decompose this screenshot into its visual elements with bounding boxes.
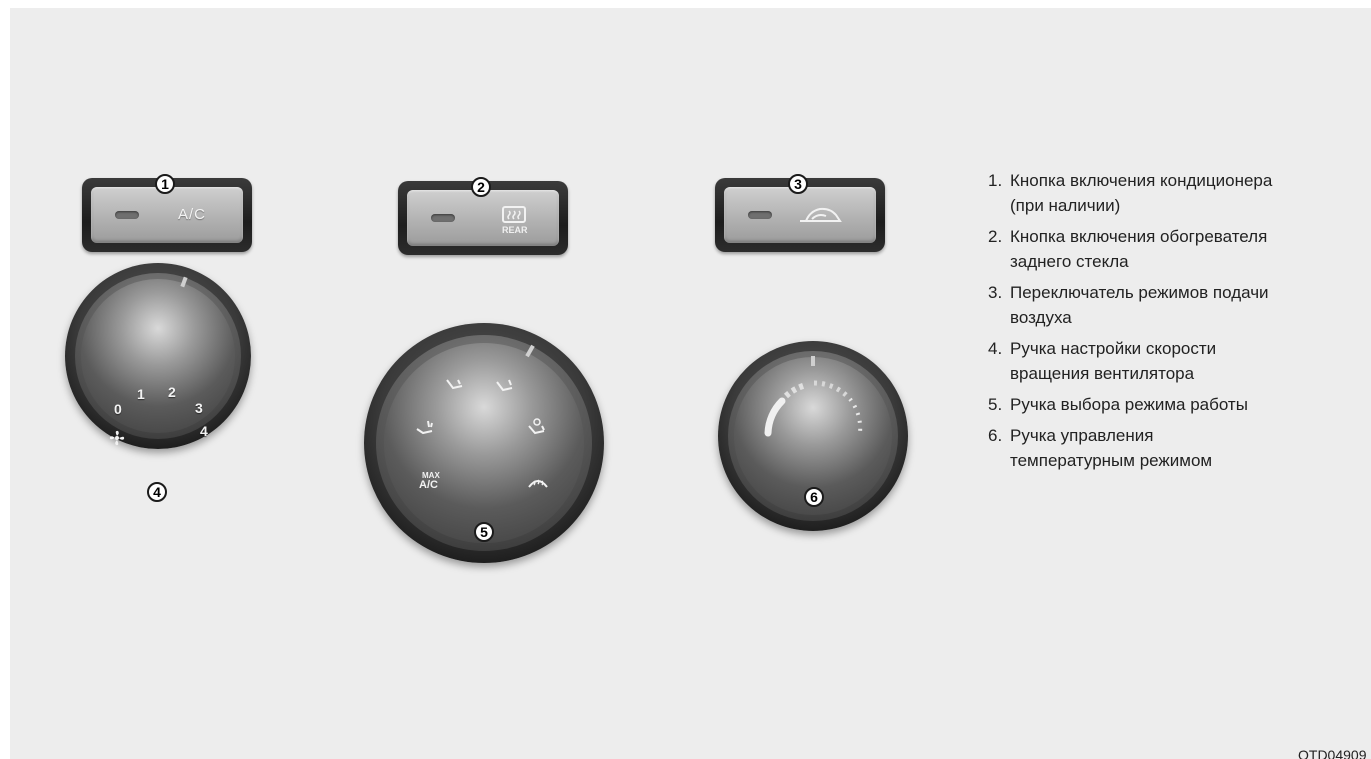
legend-item-text: Переключатель режимов подачи воздуха <box>1010 283 1269 327</box>
callout-2: 2 <box>471 177 491 197</box>
fan-speed-1: 1 <box>137 386 145 402</box>
legend-item-number: 6. <box>988 426 1003 445</box>
air-intake-indicator-led <box>748 211 772 219</box>
face-floor-icon <box>496 379 513 392</box>
floor-defrost-icon <box>528 418 545 435</box>
figure-code: OTD04909 <box>1298 747 1367 759</box>
callout-6: 6 <box>804 487 824 507</box>
legend-item-number: 5. <box>988 395 1003 414</box>
legend-item-2: 2. Кнопка включения обогревателя заднего… <box>988 224 1368 274</box>
defrost-icon <box>528 479 548 488</box>
fan-speed-0: 0 <box>114 401 122 417</box>
fan-speed-3: 3 <box>195 400 203 416</box>
callout-1: 1 <box>155 174 175 194</box>
fan-speed-knob[interactable]: 0 1 2 3 4 <box>65 263 251 449</box>
legend-item-text: Кнопка включения обогревателя заднего ст… <box>1010 227 1268 271</box>
legend-item-text: Ручка выбора режима работы <box>1010 395 1248 414</box>
legend-item-number: 3. <box>988 283 1003 302</box>
legend-item-text: Ручка управления температурным режимом <box>1010 426 1213 470</box>
legend-item-text: Кнопка включения кондиционера (при налич… <box>1010 171 1273 215</box>
legend-item-number: 4. <box>988 339 1003 358</box>
ac-indicator-led <box>115 211 139 219</box>
rear-defrost-indicator-led <box>431 214 455 222</box>
callout-5: 5 <box>474 522 494 542</box>
figure-panel: A/C 1 REAR 2 3 0 1 2 3 4 4 MAX A/C 5 6 1… <box>10 8 1371 759</box>
callout-3: 3 <box>788 174 808 194</box>
legend-item-1: 1. Кнопка включения кондиционера (при на… <box>988 168 1368 218</box>
legend-item-6: 6. Ручка управления температурным режимо… <box>988 423 1368 473</box>
temperature-scale-icon <box>764 380 863 437</box>
callout-4: 4 <box>147 482 167 502</box>
temperature-knob-pointer <box>811 356 815 366</box>
legend-item-5: 5. Ручка выбора режима работы <box>988 392 1368 417</box>
ac-button-label: A/C <box>178 206 207 223</box>
max-ac-label-bottom: A/C <box>419 479 438 491</box>
legend-item-number: 2. <box>988 227 1003 246</box>
floor-icon <box>416 420 433 435</box>
legend-list: 1. Кнопка включения кондиционера (при на… <box>988 168 1368 479</box>
legend-item-4: 4. Ручка настройки скорости вращения вен… <box>988 336 1368 386</box>
fan-speed-2: 2 <box>168 384 176 400</box>
rear-defrost-label: REAR <box>502 225 528 235</box>
rear-defrost-icon <box>502 206 526 223</box>
legend-item-3: 3. Переключатель режимов подачи воздуха <box>988 280 1368 330</box>
fan-speed-4: 4 <box>200 423 208 439</box>
fan-icon <box>109 430 125 446</box>
air-recirculation-icon <box>800 207 842 222</box>
face-vent-icon <box>446 379 463 390</box>
legend-item-text: Ручка настройки скорости вращения вентил… <box>1010 339 1217 383</box>
legend-item-number: 1. <box>988 171 1003 190</box>
